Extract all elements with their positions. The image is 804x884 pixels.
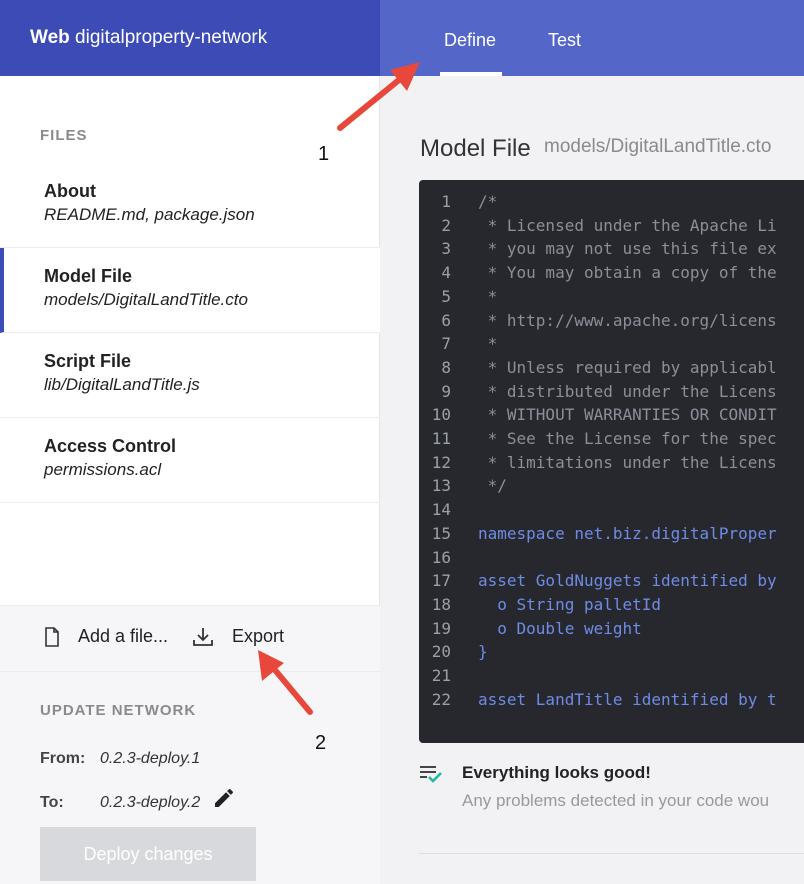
file-subtitle: lib/DigitalLandTitle.js bbox=[44, 375, 200, 394]
line-number: 11 bbox=[431, 429, 451, 448]
code-text: } bbox=[478, 642, 488, 662]
line-number: 15 bbox=[431, 523, 451, 543]
file-title: Model File bbox=[44, 266, 133, 286]
line-number: 7 bbox=[441, 334, 451, 354]
file-title: Script File bbox=[44, 351, 132, 371]
add-file-button[interactable]: Add a file... bbox=[44, 626, 168, 647]
file-icon bbox=[45, 626, 59, 647]
line-number: 20 bbox=[431, 642, 451, 662]
file-title: About bbox=[44, 181, 96, 201]
file-title: Access Control bbox=[44, 436, 177, 456]
code-text: * See the License for the spec bbox=[478, 429, 777, 448]
file-item-model[interactable]: Model File models/DigitalLandTitle.cto bbox=[0, 248, 380, 333]
line-number: 4 bbox=[441, 263, 451, 283]
from-label: From: bbox=[40, 750, 86, 767]
line-number: 13 bbox=[431, 476, 451, 496]
app-brand: Web digitalproperty-network bbox=[0, 0, 380, 76]
download-icon bbox=[193, 627, 213, 646]
file-subtitle: README.md, package.json bbox=[44, 205, 255, 224]
code-text: asset GoldNuggets identified by bbox=[478, 571, 777, 591]
file-item-about[interactable]: About README.md, package.json bbox=[0, 163, 380, 248]
page-subtitle: models/DigitalLandTitle.cto bbox=[544, 136, 772, 157]
add-file-label: Add a file... bbox=[78, 626, 169, 646]
code-text: * limitations under the Licens bbox=[478, 452, 777, 472]
annotation-1: 1 bbox=[318, 143, 330, 165]
status-subtitle: Any problems detected in your code wou bbox=[462, 791, 770, 810]
line-number: 12 bbox=[431, 452, 451, 472]
line-number: 14 bbox=[431, 500, 451, 520]
top-nav: Define Test bbox=[380, 0, 804, 76]
code-text: namespace net.biz.digitalProper bbox=[478, 523, 777, 543]
divider bbox=[419, 853, 804, 854]
line-number: 6 bbox=[441, 310, 451, 330]
sidebar: FILES About README.md, package.json Mode… bbox=[0, 76, 380, 884]
file-subtitle: permissions.acl bbox=[44, 460, 162, 479]
file-subtitle: models/DigitalLandTitle.cto bbox=[44, 290, 248, 309]
to-label: To: bbox=[40, 794, 64, 811]
export-label: Export bbox=[232, 626, 285, 646]
line-number: 9 bbox=[441, 381, 451, 401]
line-number: 21 bbox=[431, 666, 451, 685]
update-heading: UPDATE NETWORK bbox=[40, 702, 197, 719]
code-text: * You may obtain a copy of the bbox=[478, 263, 777, 283]
code-text: * bbox=[478, 334, 498, 354]
line-number: 18 bbox=[431, 594, 451, 614]
code-text: * Unless required by applicabl bbox=[478, 357, 777, 377]
update-network-panel: UPDATE NETWORK From: 0.2.3-deploy.1 To: … bbox=[0, 672, 380, 884]
line-number: 8 bbox=[441, 357, 451, 377]
code-editor[interactable]: 1 /* 2 * Licensed under the Apache Li 3 * y… bbox=[419, 180, 804, 743]
file-actions: Add a file... Export bbox=[0, 605, 380, 672]
code-text: */ bbox=[478, 476, 507, 496]
deploy-changes-button[interactable]: Deploy changes bbox=[40, 827, 256, 881]
checklist-icon bbox=[420, 766, 442, 783]
status-title: Everything looks good! bbox=[462, 763, 651, 782]
line-number: 16 bbox=[431, 547, 451, 567]
files-heading: FILES bbox=[40, 127, 88, 144]
active-tab-indicator bbox=[440, 72, 502, 76]
line-number: 22 bbox=[431, 689, 451, 709]
page-title: Model File bbox=[420, 135, 531, 162]
code-text: * distributed under the Licens bbox=[478, 381, 777, 401]
annotation-2: 2 bbox=[315, 732, 327, 754]
brand-bold: Web bbox=[30, 27, 70, 48]
code-text: * bbox=[478, 286, 498, 306]
file-item-script[interactable]: Script File lib/DigitalLandTitle.js bbox=[0, 333, 380, 418]
code-text: * http://www.apache.org/licens bbox=[478, 310, 777, 330]
line-number: 17 bbox=[431, 571, 451, 591]
line-number: 2 bbox=[441, 215, 451, 235]
line-number: 10 bbox=[431, 405, 451, 425]
code-text: * you may not use this file ex bbox=[478, 239, 777, 259]
line-number: 1 bbox=[441, 192, 451, 211]
code-text: o String palletId bbox=[478, 594, 662, 614]
code-text: * WITHOUT WARRANTIES OR CONDIT bbox=[478, 405, 777, 425]
file-item-acl[interactable]: Access Control permissions.acl bbox=[0, 418, 380, 503]
code-text: asset LandTitle identified by t bbox=[478, 689, 777, 709]
to-value: 0.2.3-deploy.2 bbox=[100, 794, 201, 811]
line-number: 5 bbox=[441, 286, 451, 306]
pencil-icon[interactable] bbox=[212, 786, 236, 810]
tab-define[interactable]: Define bbox=[444, 30, 496, 51]
line-number: 19 bbox=[431, 618, 451, 638]
brand-name: digitalproperty-network bbox=[75, 27, 268, 48]
from-value: 0.2.3-deploy.1 bbox=[100, 750, 201, 767]
line-number: 3 bbox=[441, 239, 451, 259]
code-text: o Double weight bbox=[478, 618, 642, 638]
tab-test[interactable]: Test bbox=[548, 30, 581, 51]
code-text: /* bbox=[478, 192, 498, 211]
code-text: * Licensed under the Apache Li bbox=[478, 215, 777, 235]
export-button[interactable]: Export bbox=[192, 626, 284, 647]
